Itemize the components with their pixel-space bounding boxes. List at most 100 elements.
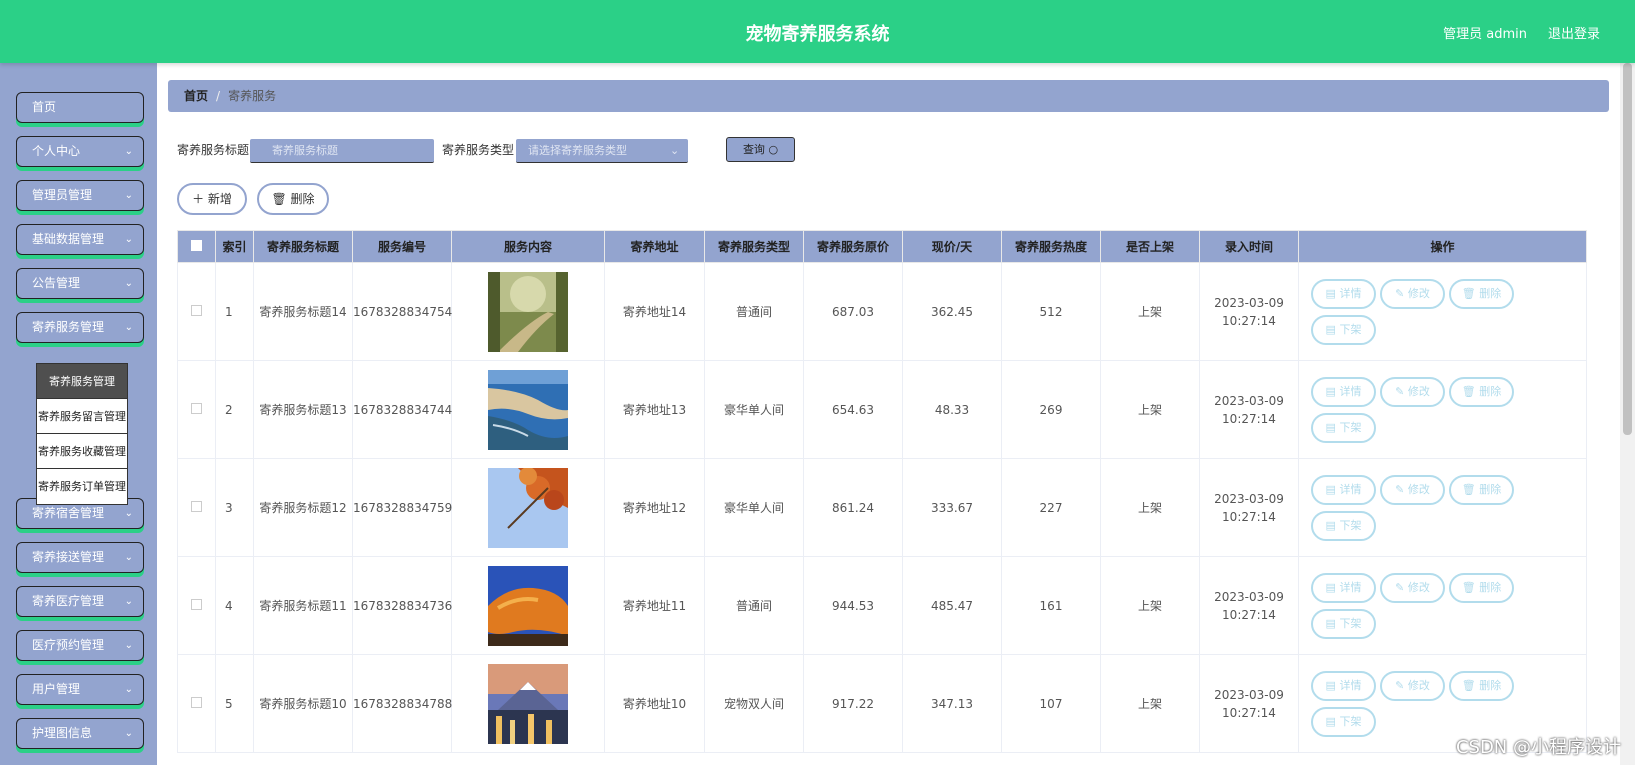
cell-type: 普通间	[704, 262, 804, 361]
offline-button[interactable]: ▤ 下架	[1311, 706, 1376, 737]
add-button-label: 新增	[207, 192, 232, 206]
cell-operations: ▤ 详情 ✎ 修改 🗑 删除▤ 下架	[1298, 360, 1587, 459]
sidebar-item-10[interactable]: 用户管理 ⌄	[16, 674, 144, 705]
title-search-input[interactable]	[250, 139, 434, 163]
sidebar-item-0[interactable]: 首页	[16, 92, 144, 123]
edit-button[interactable]: ✎ 修改	[1380, 278, 1445, 309]
batch-delete-button[interactable]: 🗑 删除	[257, 183, 329, 215]
offline-icon: ▤	[1325, 616, 1336, 630]
offline-button[interactable]: ▤ 下架	[1311, 412, 1376, 443]
breadcrumb-home[interactable]: 首页	[184, 89, 208, 103]
cell-status: 上架	[1100, 458, 1200, 557]
delete-button[interactable]: 🗑 删除	[1449, 670, 1514, 701]
sidebar-item-7[interactable]: 寄养接送管理 ⌄	[16, 542, 144, 573]
offline-icon: ▤	[1325, 322, 1336, 336]
offline-button[interactable]: ▤ 下架	[1311, 314, 1376, 345]
edit-button-label: 修改	[1407, 286, 1430, 300]
delete-icon: 🗑	[1461, 482, 1476, 496]
detail-button[interactable]: ▤ 详情	[1311, 670, 1376, 701]
type-select[interactable]	[516, 139, 688, 163]
current-user: 管理员 admin	[1443, 27, 1527, 42]
edit-button[interactable]: ✎ 修改	[1380, 572, 1445, 603]
row-checkbox[interactable]	[191, 696, 202, 708]
edit-button[interactable]: ✎ 修改	[1380, 474, 1445, 505]
breadcrumb: 首页 / 寄养服务	[168, 80, 1609, 112]
offline-button[interactable]: ▤ 下架	[1311, 510, 1376, 541]
vertical-scrollbar[interactable]	[1620, 63, 1635, 765]
add-button[interactable]: ＋ 新增	[177, 183, 247, 215]
service-image	[488, 565, 568, 646]
delete-button[interactable]: 🗑 删除	[1449, 376, 1514, 407]
edit-button-label: 修改	[1407, 384, 1430, 398]
row-checkbox[interactable]	[191, 304, 202, 316]
submenu-item[interactable]: 寄养服务留言管理	[37, 399, 127, 434]
edit-button-label: 修改	[1407, 482, 1430, 496]
detail-button[interactable]: ▤ 详情	[1311, 376, 1376, 407]
sidebar-item-11[interactable]: 护理图信息 ⌄	[16, 718, 144, 749]
detail-button[interactable]: ▤ 详情	[1311, 474, 1376, 505]
delete-button[interactable]: 🗑 删除	[1449, 572, 1514, 603]
edit-button-label: 修改	[1407, 580, 1430, 594]
sidebar-item-label: 寄养宿舍管理	[32, 506, 105, 520]
row-checkbox[interactable]	[191, 598, 202, 610]
detail-button-label: 详情	[1339, 580, 1362, 594]
plus-icon: ＋	[192, 192, 205, 206]
offline-button[interactable]: ▤ 下架	[1311, 608, 1376, 639]
detail-button-label: 详情	[1339, 482, 1362, 496]
sidebar-item-9[interactable]: 医疗预约管理 ⌄	[16, 630, 144, 661]
cell-status: 上架	[1100, 556, 1200, 655]
cell-title: 寄养服务标题11	[253, 556, 353, 655]
chevron-down-icon: ⌄	[124, 234, 133, 245]
row-checkbox[interactable]	[191, 500, 202, 512]
column-header: 寄养服务热度	[1001, 230, 1101, 263]
submenu-item[interactable]: 寄养服务收藏管理	[37, 434, 127, 469]
chevron-down-icon: ⌄	[124, 640, 133, 651]
cell-status: 上架	[1100, 262, 1200, 361]
edit-button[interactable]: ✎ 修改	[1380, 376, 1445, 407]
row-select-cell	[177, 262, 216, 361]
column-header: 录入时间	[1199, 230, 1299, 263]
service-table: 索引 寄养服务标题 服务编号 服务内容 寄养地址 寄养服务类型 寄养服务原价 现价/天 寄养服务…	[177, 230, 1587, 753]
cell-title: 寄养服务标题10	[253, 654, 353, 753]
sidebar-item-4[interactable]: 公告管理 ⌄	[16, 268, 144, 299]
sidebar-item-1[interactable]: 个人中心 ⌄	[16, 136, 144, 167]
chevron-down-icon: ⌄	[124, 596, 133, 607]
cell-image	[451, 654, 605, 753]
sidebar-item-5[interactable]: 寄养服务管理 ⌄	[16, 312, 144, 343]
cell-type: 豪华单人间	[704, 360, 804, 459]
delete-button[interactable]: 🗑 删除	[1449, 278, 1514, 309]
detail-button[interactable]: ▤ 详情	[1311, 278, 1376, 309]
select-all-checkbox[interactable]	[191, 239, 202, 251]
scrollbar-thumb[interactable]	[1623, 63, 1632, 435]
breadcrumb-current: 寄养服务	[228, 89, 277, 103]
cell-price: 333.67	[902, 458, 1002, 557]
logout-link[interactable]: 退出登录	[1548, 23, 1600, 42]
edit-icon: ✎	[1395, 384, 1405, 398]
cell-operations: ▤ 详情 ✎ 修改 🗑 删除▤ 下架	[1298, 262, 1587, 361]
sidebar-item-label: 用户管理	[32, 682, 81, 696]
cell-title: 寄养服务标题12	[253, 458, 353, 557]
cell-price: 485.47	[902, 556, 1002, 655]
sidebar-item-3[interactable]: 基础数据管理 ⌄	[16, 224, 144, 255]
cell-image	[451, 556, 605, 655]
cell-index: 4	[215, 556, 254, 655]
sidebar-item-2[interactable]: 管理员管理 ⌄	[16, 180, 144, 211]
submenu-item[interactable]: 寄养服务管理	[37, 364, 127, 399]
edit-button[interactable]: ✎ 修改	[1380, 670, 1445, 701]
sidebar-item-label: 管理员管理	[32, 188, 93, 202]
row-checkbox[interactable]	[191, 402, 202, 414]
detail-button[interactable]: ▤ 详情	[1311, 572, 1376, 603]
detail-button-label: 详情	[1339, 286, 1362, 300]
delete-button[interactable]: 🗑 删除	[1449, 474, 1514, 505]
sidebar-item-8[interactable]: 寄养医疗管理 ⌄	[16, 586, 144, 617]
delete-button-label: 删除	[1479, 482, 1502, 496]
delete-icon: 🗑	[1461, 580, 1476, 594]
offline-button-label: 下架	[1339, 616, 1362, 630]
chevron-down-icon: ⌄	[124, 552, 133, 563]
cell-title: 寄养服务标题14	[253, 262, 353, 361]
query-button[interactable]: 查询 ○	[726, 137, 795, 162]
submenu-item[interactable]: 寄养服务订单管理	[37, 469, 127, 504]
cell-price: 347.13	[902, 654, 1002, 753]
service-image	[488, 271, 568, 352]
cell-status: 上架	[1100, 360, 1200, 459]
